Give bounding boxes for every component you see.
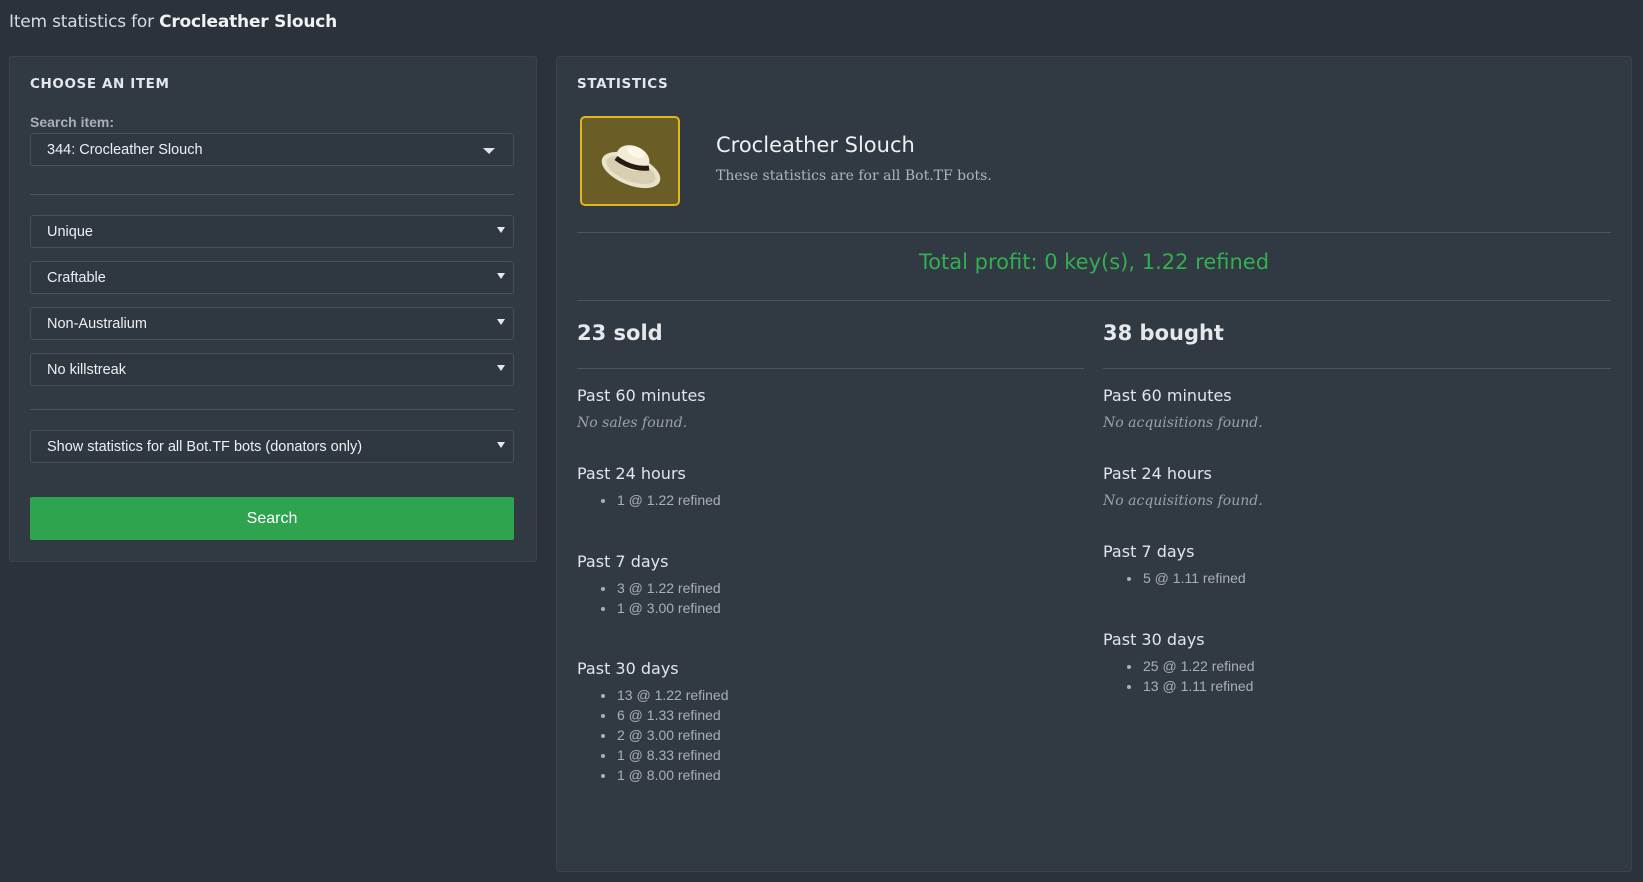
craftable-select[interactable]: Craftable [30, 261, 514, 294]
bought-60min-empty: No acquisitions found. [1103, 415, 1263, 431]
sold-30d-label: Past 30 days [577, 659, 679, 678]
list-item: 1 @ 1.22 refined [577, 490, 721, 510]
list-item: 5 @ 1.11 refined [1103, 568, 1246, 588]
list-item: 25 @ 1.22 refined [1103, 656, 1255, 676]
list-item: 1 @ 8.33 refined [577, 745, 729, 765]
chevron-down-icon [497, 273, 505, 279]
divider [30, 409, 514, 410]
sold-60min-label: Past 60 minutes [577, 386, 706, 405]
item-subtitle: These statistics are for all Bot.TF bots… [716, 168, 992, 184]
chevron-down-icon [497, 319, 505, 325]
hat-icon [601, 145, 661, 189]
list-item: 3 @ 1.22 refined [577, 578, 721, 598]
chevron-down-icon [497, 442, 505, 448]
sold-7d-list: 3 @ 1.22 refined 1 @ 3.00 refined [577, 578, 721, 618]
sold-24h-list: 1 @ 1.22 refined [577, 490, 721, 510]
search-item-value: 344: Crocleather Slouch [47, 142, 203, 158]
bought-7d-list: 5 @ 1.11 refined [1103, 568, 1246, 588]
bought-7d-label: Past 7 days [1103, 542, 1195, 561]
bought-24h-label: Past 24 hours [1103, 464, 1212, 483]
item-image [580, 116, 680, 206]
sold-60min-empty: No sales found. [577, 415, 688, 431]
quality-select[interactable]: Unique [30, 215, 514, 248]
page-title-prefix: Item statistics for [9, 12, 154, 32]
scope-value: Show statistics for all Bot.TF bots (don… [47, 439, 363, 455]
bought-30d-list: 25 @ 1.22 refined 13 @ 1.11 refined [1103, 656, 1255, 696]
sold-title: 23 sold [577, 321, 663, 345]
page-title: Item statistics for Crocleather Slouch [9, 12, 337, 32]
divider [30, 194, 514, 195]
craftable-value: Craftable [47, 270, 106, 286]
divider [577, 368, 1084, 369]
list-item: 13 @ 1.22 refined [577, 685, 729, 705]
bought-30d-label: Past 30 days [1103, 630, 1205, 649]
divider [577, 300, 1611, 301]
quality-value: Unique [47, 224, 93, 240]
page-title-item: Crocleather Slouch [159, 12, 338, 32]
search-item-select[interactable]: 344: Crocleather Slouch [30, 133, 514, 166]
bought-60min-label: Past 60 minutes [1103, 386, 1232, 405]
chevron-down-icon [497, 365, 505, 371]
choose-item-heading: CHOOSE AN ITEM [30, 76, 170, 92]
sold-30d-list: 13 @ 1.22 refined 6 @ 1.33 refined 2 @ 3… [577, 685, 729, 785]
bought-24h-empty: No acquisitions found. [1103, 493, 1263, 509]
choose-item-panel: CHOOSE AN ITEM Search item: 344: Croclea… [9, 56, 537, 562]
australium-value: Non-Australium [47, 316, 147, 332]
chevron-down-icon [483, 148, 495, 154]
sold-24h-label: Past 24 hours [577, 464, 686, 483]
list-item: 6 @ 1.33 refined [577, 705, 729, 725]
killstreak-value: No killstreak [47, 362, 126, 378]
list-item: 1 @ 3.00 refined [577, 598, 721, 618]
statistics-panel: STATISTICS Crocleather Slouch These stat… [556, 56, 1632, 872]
total-profit: Total profit: 0 key(s), 1.22 refined [918, 250, 1270, 274]
list-item: 1 @ 8.00 refined [577, 765, 729, 785]
divider [1103, 368, 1611, 369]
chevron-down-icon [497, 227, 505, 233]
list-item: 13 @ 1.11 refined [1103, 676, 1255, 696]
scope-select[interactable]: Show statistics for all Bot.TF bots (don… [30, 430, 514, 463]
sold-7d-label: Past 7 days [577, 552, 669, 571]
killstreak-select[interactable]: No killstreak [30, 353, 514, 386]
search-item-label: Search item: [30, 114, 115, 130]
item-name: Crocleather Slouch [716, 133, 915, 157]
bought-title: 38 bought [1103, 321, 1224, 345]
search-button[interactable]: Search [30, 497, 514, 540]
list-item: 2 @ 3.00 refined [577, 725, 729, 745]
statistics-heading: STATISTICS [577, 76, 669, 92]
divider [577, 232, 1611, 233]
australium-select[interactable]: Non-Australium [30, 307, 514, 340]
